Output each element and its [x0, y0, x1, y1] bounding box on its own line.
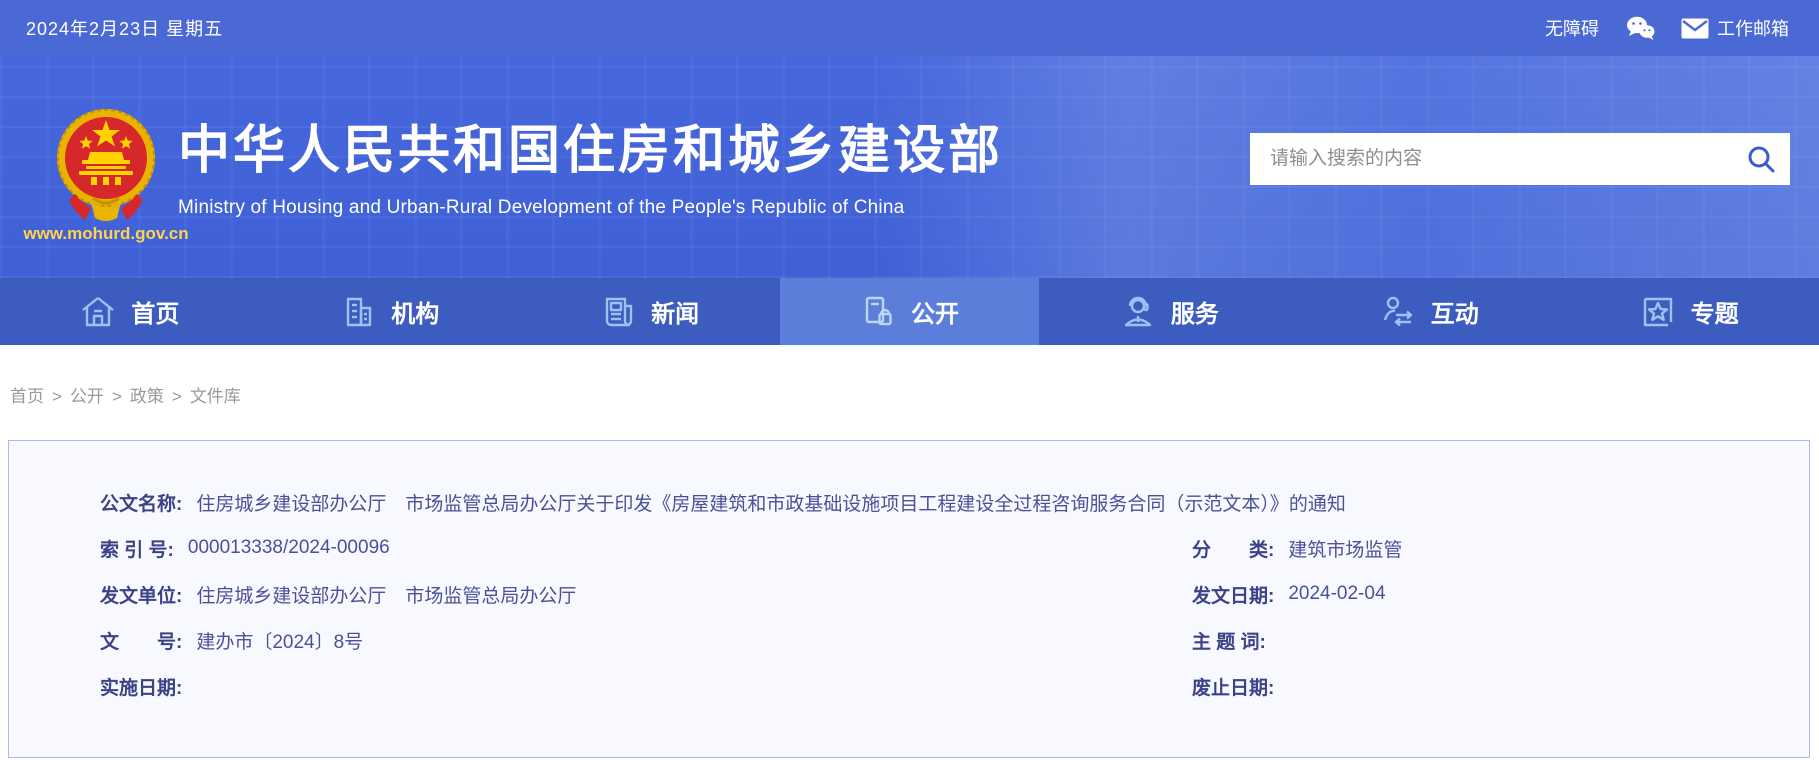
nav-tab-home[interactable]: 首页 [0, 278, 260, 345]
breadcrumb-separator: > [112, 387, 122, 406]
nav-tab-label: 新闻 [651, 294, 699, 329]
home-icon [80, 294, 116, 330]
nav-tab-topics[interactable]: 专题 [1559, 278, 1819, 345]
site-title: 中华人民共和国住房和城乡建设部 [178, 108, 1003, 183]
meta-value-issuing-agency: 住房城乡建设部办公厅 市场监管总局办公厅 [196, 581, 576, 608]
top-bar: 2024年2月23日 星期五 无障碍 工作邮箱 [0, 0, 1819, 56]
wechat-link[interactable] [1625, 15, 1655, 41]
site-header: www.mohurd.gov.cn 中华人民共和国住房和城乡建设部 Minist… [0, 56, 1819, 278]
nav-tab-label: 首页 [131, 294, 179, 329]
nav-tab-organization[interactable]: 机构 [260, 278, 520, 345]
meta-value-index-number: 000013338/2024-00096 [188, 537, 390, 559]
nav-tab-label: 公开 [911, 294, 959, 329]
meta-row: 实施日期: 废止日期: [9, 663, 1809, 709]
meta-cell-issuing-agency: 发文单位: 住房城乡建设部办公厅 市场监管总局办公厅 [9, 581, 1192, 608]
topics-icon [1640, 294, 1676, 330]
meta-label-effective-date: 实施日期: [100, 673, 182, 700]
news-icon [600, 294, 636, 330]
accessibility-link[interactable]: 无障碍 [1545, 15, 1599, 41]
nav-tab-label: 互动 [1431, 294, 1479, 329]
meta-row-title: 公文名称: 住房城乡建设部办公厅 市场监管总局办公厅关于印发《房屋建筑和市政基础… [9, 479, 1809, 525]
search-button[interactable] [1746, 144, 1776, 174]
meta-label-document-title: 公文名称: [100, 489, 182, 516]
top-bar-links: 无障碍 工作邮箱 [1545, 15, 1789, 41]
meta-cell-subject-words: 主 题 词: [1192, 627, 1809, 654]
meta-value-category: 建筑市场监管 [1288, 535, 1402, 562]
meta-label-document-number: 文 号: [100, 627, 182, 654]
meta-label-issuing-agency: 发文单位: [100, 581, 182, 608]
breadcrumb-disclosure[interactable]: 公开 [70, 387, 104, 406]
site-url: www.mohurd.gov.cn [20, 224, 192, 244]
site-title-block: 中华人民共和国住房和城乡建设部 Ministry of Housing and … [178, 108, 1003, 219]
disclosure-icon [860, 294, 896, 330]
nav-tab-news[interactable]: 新闻 [520, 278, 780, 345]
mail-icon [1681, 18, 1709, 39]
breadcrumb-separator: > [52, 387, 62, 406]
meta-label-index-number: 索 引 号: [100, 535, 174, 562]
current-date: 2024年2月23日 星期五 [26, 15, 223, 41]
breadcrumb: 首页 > 公开 > 政策 > 文件库 [10, 382, 1819, 407]
meta-label-repeal-date: 废止日期: [1192, 673, 1274, 700]
breadcrumb-document-library[interactable]: 文件库 [190, 387, 241, 406]
meta-label-subject-words: 主 题 词: [1192, 627, 1266, 654]
service-icon [1120, 294, 1156, 330]
national-emblem-logo [55, 98, 157, 226]
work-mail-link[interactable]: 工作邮箱 [1681, 15, 1789, 41]
nav-tab-label: 专题 [1691, 294, 1739, 329]
meta-row: 发文单位: 住房城乡建设部办公厅 市场监管总局办公厅 发文日期: 2024-02… [9, 571, 1809, 617]
nav-tab-label: 服务 [1171, 294, 1219, 329]
meta-row: 索 引 号: 000013338/2024-00096 分 类: 建筑市场监管 [9, 525, 1809, 571]
meta-cell-document-number: 文 号: 建办市〔2024〕8号 [9, 627, 1192, 654]
meta-label-category: 分 类: [1192, 535, 1274, 562]
meta-cell-category: 分 类: 建筑市场监管 [1192, 535, 1809, 562]
meta-value-document-title: 住房城乡建设部办公厅 市场监管总局办公厅关于印发《房屋建筑和市政基础设施项目工程… [196, 489, 1346, 516]
meta-cell-document-title: 公文名称: 住房城乡建设部办公厅 市场监管总局办公厅关于印发《房屋建筑和市政基础… [9, 489, 1809, 516]
accessibility-label: 无障碍 [1545, 15, 1599, 41]
nav-tab-label: 机构 [391, 294, 439, 329]
document-meta-card: 公文名称: 住房城乡建设部办公厅 市场监管总局办公厅关于印发《房屋建筑和市政基础… [8, 440, 1810, 758]
nav-tab-services[interactable]: 服务 [1039, 278, 1299, 345]
meta-value-document-number: 建办市〔2024〕8号 [196, 627, 363, 654]
nav-tab-disclosure[interactable]: 公开 [780, 278, 1040, 345]
site-subtitle-en: Ministry of Housing and Urban-Rural Deve… [178, 197, 1003, 219]
meta-cell-issue-date: 发文日期: 2024-02-04 [1192, 581, 1809, 608]
wechat-icon [1625, 15, 1655, 41]
breadcrumb-policy[interactable]: 政策 [130, 387, 164, 406]
meta-cell-effective-date: 实施日期: [9, 673, 1192, 700]
site-search [1250, 133, 1790, 185]
org-icon [340, 294, 376, 330]
interaction-icon [1380, 294, 1416, 330]
main-nav: 首页 机构 新闻 公开 [0, 278, 1819, 345]
breadcrumb-home[interactable]: 首页 [10, 387, 44, 406]
meta-value-issue-date: 2024-02-04 [1288, 583, 1385, 605]
search-input[interactable] [1270, 148, 1746, 170]
work-mail-label: 工作邮箱 [1717, 15, 1789, 41]
meta-row: 文 号: 建办市〔2024〕8号 主 题 词: [9, 617, 1809, 663]
meta-cell-repeal-date: 废止日期: [1192, 673, 1809, 700]
search-icon [1746, 144, 1776, 174]
nav-tab-interaction[interactable]: 互动 [1299, 278, 1559, 345]
meta-label-issue-date: 发文日期: [1192, 581, 1274, 608]
meta-cell-index-number: 索 引 号: 000013338/2024-00096 [9, 535, 1192, 562]
breadcrumb-separator: > [172, 387, 182, 406]
